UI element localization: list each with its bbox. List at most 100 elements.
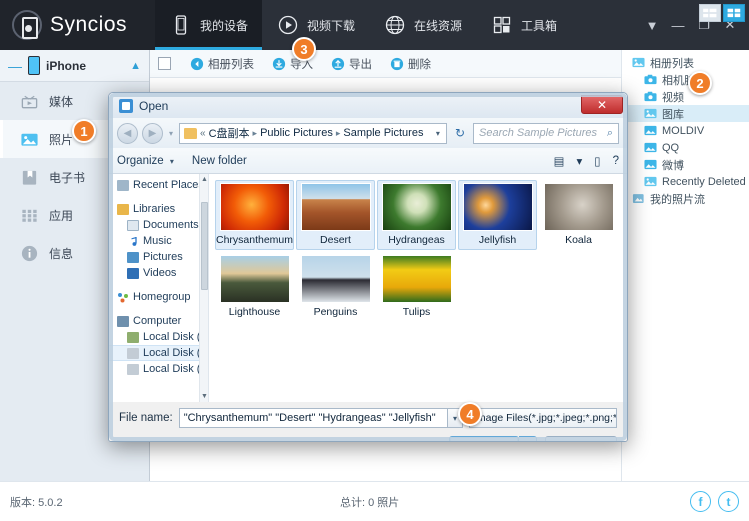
album-item-qq[interactable]: QQ — [622, 139, 749, 156]
twitter-icon[interactable]: t — [718, 491, 739, 512]
minimize-button[interactable]: — — [665, 11, 691, 39]
command-bar-right: ▤ ▾ ▯ ? — [554, 154, 619, 168]
menu-collapse-button[interactable]: ▼ — [639, 11, 665, 39]
refresh-icon[interactable]: ↻ — [451, 126, 469, 140]
file-tile-penguins[interactable]: Penguins — [296, 252, 375, 322]
file-tile-chrysanthemum[interactable]: Chrysanthemum — [215, 180, 294, 250]
file-thumbnail — [543, 183, 614, 231]
back-arrow-icon — [190, 57, 204, 71]
scrollbar-thumb[interactable] — [201, 202, 208, 290]
file-list: Chrysanthemum Desert Hydrangeas Jellyfis… — [209, 174, 627, 402]
new-folder-button[interactable]: New folder — [192, 155, 247, 167]
preview-pane-icon[interactable]: ▯ — [594, 154, 600, 168]
tab-video-download[interactable]: 视频下载 — [262, 0, 369, 50]
search-input[interactable]: Search Sample Pictures ⌕ — [473, 122, 619, 144]
album-item-gallery[interactable]: 图库 — [622, 105, 749, 122]
camera-icon — [644, 91, 657, 102]
album-header-item[interactable]: 相册列表 — [622, 54, 749, 71]
search-placeholder: Search Sample Pictures — [479, 127, 597, 139]
tab-toolbox[interactable]: 工具箱 — [476, 0, 571, 50]
export-button[interactable]: 导出 — [322, 56, 381, 72]
dialog-close-button[interactable]: ✕ — [581, 95, 623, 114]
tab-my-device[interactable]: 我的设备 — [155, 0, 263, 50]
homegroup-icon — [117, 292, 129, 303]
nav-item-local-disk-e[interactable]: Local Disk (E:) — [109, 361, 208, 377]
chevron-down-icon[interactable]: ▾ — [576, 154, 582, 168]
nav-item-documents-label: Documents — [143, 219, 199, 231]
scroll-up-icon[interactable]: ▲ — [200, 174, 208, 185]
breadcrumb[interactable]: « C盘副本 ▸ Public Pictures ▸ Sample Pictur… — [179, 122, 447, 144]
breadcrumb-part-0[interactable]: C盘副本 — [209, 125, 250, 141]
delete-button[interactable]: 删除 — [381, 56, 440, 72]
album-item-camera-roll[interactable]: 相机胶卷 — [622, 71, 749, 88]
file-tile-hydrangeas[interactable]: Hydrangeas — [377, 180, 456, 250]
nav-item-music[interactable]: Music — [109, 233, 208, 249]
nav-item-pictures[interactable]: Pictures — [109, 249, 208, 265]
nav-item-music-label: Music — [143, 235, 172, 247]
album-item-videos[interactable]: 视频 — [622, 88, 749, 105]
album-item-moldiv[interactable]: MOLDIV — [622, 122, 749, 139]
file-type-filter-select[interactable]: Image Files(*.jpg;*.jpeg;*.png;*. ▾ — [469, 408, 617, 428]
tab-video-download-label: 视频下载 — [307, 18, 356, 33]
file-tile-koala[interactable]: Koala — [539, 180, 618, 250]
dialog-body: Recent Places Libraries Documents Music — [109, 174, 627, 402]
nav-item-documents[interactable]: Documents — [109, 217, 208, 233]
forward-button[interactable]: ▶ — [142, 122, 163, 144]
nav-item-computer[interactable]: Computer — [109, 313, 208, 329]
breadcrumb-dropdown-icon[interactable]: ▾ — [436, 129, 442, 138]
nav-item-local-disk-c[interactable]: Local Disk (C:) — [109, 329, 208, 345]
album-icon — [632, 57, 645, 68]
collapse-icon[interactable]: — — [8, 59, 22, 73]
cancel-button[interactable]: Cancel — [545, 436, 617, 441]
file-tile-jellyfish[interactable]: Jellyfish — [458, 180, 537, 250]
nav-item-libraries[interactable]: Libraries — [109, 201, 208, 217]
file-label: Jellyfish — [478, 234, 517, 246]
organize-button[interactable]: Organize ▾ — [117, 155, 174, 167]
facebook-icon[interactable]: f — [690, 491, 711, 512]
nav-item-videos[interactable]: Videos — [109, 265, 208, 281]
open-split-dropdown-icon[interactable]: ▾ — [519, 436, 537, 441]
nav-item-local-disk-d[interactable]: Local Disk (D:) — [109, 345, 208, 361]
album-item-weibo[interactable]: 微博 — [622, 156, 749, 173]
album-panel: 相册列表 相机胶卷 视频 图库 MOLDIV QQ 微博 Recently De… — [621, 4, 749, 481]
file-name-input[interactable]: "Chrysanthemum" "Desert" "Hydrangeas" "J… — [178, 408, 448, 428]
import-button[interactable]: 导入 — [263, 56, 322, 72]
nav-item-homegroup[interactable]: Homegroup — [109, 289, 208, 305]
back-button[interactable]: ◀ — [117, 122, 138, 144]
brand-name: Syncios — [50, 13, 128, 36]
search-icon: ⌕ — [606, 126, 613, 139]
file-label: Hydrangeas — [388, 234, 445, 246]
tab-online-resources-label: 在线资源 — [414, 18, 463, 33]
nav-pane-scrollbar[interactable]: ▲ ▼ — [199, 174, 208, 402]
history-dropdown-icon[interactable]: ▾ — [169, 129, 173, 138]
album-icon — [644, 176, 657, 187]
media-tv-icon — [20, 92, 39, 111]
help-icon[interactable]: ? — [613, 155, 619, 167]
album-item-photostream[interactable]: 我的照片流 — [622, 190, 749, 207]
list-view-button[interactable] — [699, 4, 721, 22]
nav-item-recent-places[interactable]: Recent Places — [109, 177, 208, 193]
breadcrumb-overflow-icon[interactable]: « — [200, 128, 206, 139]
file-name-label: File name: — [119, 412, 173, 424]
album-item-recently-deleted[interactable]: Recently Deleted — [622, 173, 749, 190]
videos-icon — [127, 267, 139, 279]
file-label: Tulips — [402, 306, 431, 318]
tab-online-resources[interactable]: 在线资源 — [369, 0, 476, 50]
file-tile-desert[interactable]: Desert — [296, 180, 375, 250]
select-all-checkbox[interactable] — [158, 57, 171, 70]
file-thumbnail — [300, 183, 371, 231]
file-tile-tulips[interactable]: Tulips — [377, 252, 456, 322]
open-button[interactable]: Open — [449, 436, 519, 441]
view-options-icon[interactable]: ▤ — [554, 154, 565, 168]
breadcrumb-part-1[interactable]: Public Pictures — [260, 127, 333, 139]
album-list-button[interactable]: 相册列表 — [181, 56, 263, 72]
grid-view-button[interactable] — [723, 4, 745, 22]
breadcrumb-part-2[interactable]: Sample Pictures — [343, 127, 423, 139]
device-row-iphone[interactable]: — iPhone ▲ — [0, 50, 149, 82]
scroll-down-icon[interactable]: ▼ — [200, 391, 208, 402]
camera-icon — [644, 74, 657, 85]
file-tile-lighthouse[interactable]: Lighthouse — [215, 252, 294, 322]
eject-icon[interactable]: ▲ — [130, 60, 141, 72]
